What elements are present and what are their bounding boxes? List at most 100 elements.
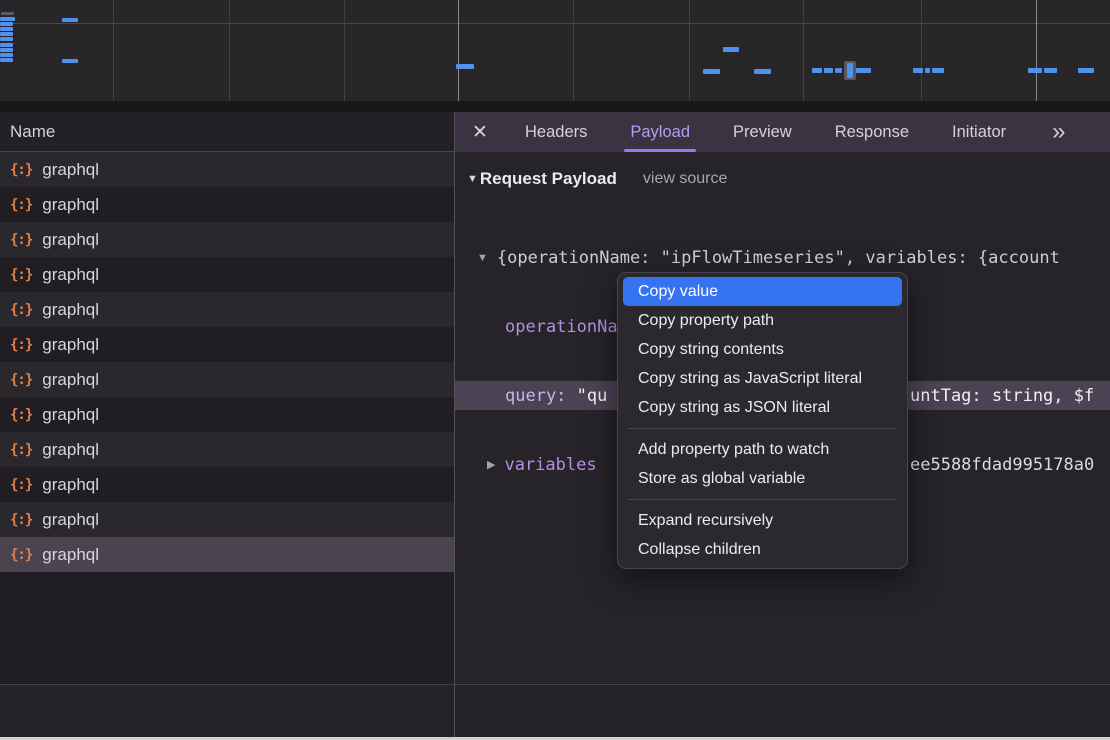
request-row[interactable]: {:}graphql xyxy=(0,537,454,572)
request-name: graphql xyxy=(42,300,99,320)
request-timing-bar xyxy=(0,53,13,57)
menu-separator xyxy=(628,428,897,429)
tab-payload[interactable]: Payload xyxy=(627,112,693,152)
request-timing-bar xyxy=(812,68,822,73)
request-row[interactable]: {:} graphql xyxy=(0,397,454,432)
requests-list: {:} graphql {:} graphql {:} graphql {:} graphql… xyxy=(0,152,454,572)
json-resource-icon: {:} xyxy=(10,442,32,458)
json-value-fragment: untTag: string, $f xyxy=(910,381,1094,410)
status-bar-area xyxy=(0,684,1110,738)
request-row[interactable]: {:} graphql xyxy=(0,467,454,502)
close-icon[interactable]: ✕ xyxy=(472,121,492,144)
request-row[interactable]: {:} graphql xyxy=(0,187,454,222)
tab-label: Initiator xyxy=(952,123,1006,142)
overview-gridline xyxy=(344,0,345,101)
request-timing-bar xyxy=(0,27,13,31)
json-key: variables xyxy=(504,455,596,475)
root-object-preview: {operationName: "ipFlowTimeseries", vari… xyxy=(497,248,1060,268)
active-tab-underline xyxy=(624,149,696,152)
menu-item-expand-recursively[interactable]: Expand recursively xyxy=(618,506,907,535)
request-timing-bar xyxy=(856,68,871,73)
request-row[interactable]: {:}graphql xyxy=(0,362,454,397)
request-name: graphql xyxy=(42,405,99,425)
view-source-link[interactable]: view source xyxy=(643,170,727,188)
overview-gridline xyxy=(921,0,922,101)
menu-separator xyxy=(628,499,897,500)
menu-item-store-as-global-variable[interactable]: Store as global variable xyxy=(618,464,907,493)
tab-label: Payload xyxy=(630,123,690,142)
expand-triangle-icon[interactable]: ▶ xyxy=(487,458,495,471)
network-overview-timeline[interactable] xyxy=(0,0,1110,101)
json-resource-icon: {:} xyxy=(10,407,32,423)
json-value-fragment: ee5588fdad995178a0 xyxy=(910,450,1094,479)
pane-splitter[interactable] xyxy=(454,112,455,737)
selected-request-bar xyxy=(847,63,853,78)
request-row[interactable]: {:} graphql xyxy=(0,502,454,537)
section-title: Request Payload xyxy=(480,169,617,189)
tab-label: Headers xyxy=(525,123,587,142)
expand-triangle-icon[interactable]: ▼ xyxy=(477,252,488,264)
request-timing-bar xyxy=(754,69,771,74)
request-row[interactable]: {:}graphql xyxy=(0,257,454,292)
requests-table: Name {:}graphql{:}graphql{:}graphql{:}gr… xyxy=(0,112,454,684)
request-name: graphql xyxy=(42,440,99,460)
request-row[interactable]: {:} graphql xyxy=(0,292,454,327)
tabs-group: Headers Payload Preview Response Initiator xyxy=(522,112,1046,152)
pending-bar xyxy=(1,12,14,15)
column-header-name[interactable]: Name xyxy=(0,112,454,152)
request-timing-bar xyxy=(1028,68,1042,73)
request-name: graphql xyxy=(42,510,99,530)
overview-gridline xyxy=(803,0,804,101)
menu-item-copy-property-path[interactable]: Copy property path xyxy=(618,306,907,335)
request-name: graphql xyxy=(42,195,99,215)
devtools-window: Name {:}graphql{:}graphql{:}graphql{:}gr… xyxy=(0,0,1110,740)
request-timing-bar xyxy=(925,68,930,73)
more-tabs-icon[interactable]: » xyxy=(1052,120,1063,144)
request-timing-bar xyxy=(932,68,944,73)
request-timing-bar xyxy=(456,64,474,69)
request-row[interactable]: {:}graphql xyxy=(0,222,454,257)
overview-gridline xyxy=(573,0,574,101)
tab-preview[interactable]: Preview xyxy=(730,112,795,152)
request-timing-bar xyxy=(0,22,13,26)
request-row[interactable]: {:}graphql xyxy=(0,152,454,187)
overview-divider-strip xyxy=(0,101,1110,112)
json-resource-icon: {:} xyxy=(10,267,32,283)
menu-item-copy-string-contents[interactable]: Copy string contents xyxy=(618,335,907,364)
request-timing-bar xyxy=(703,69,720,74)
json-key: query: xyxy=(505,386,577,406)
menu-item-copy-string-as-javascript-literal[interactable]: Copy string as JavaScript literal xyxy=(618,364,907,393)
json-resource-icon: {:} xyxy=(10,372,32,388)
request-timing-bar xyxy=(62,59,78,63)
json-resource-icon: {:} xyxy=(10,512,32,528)
request-timing-bar xyxy=(0,32,13,36)
menu-item-collapse-children[interactable]: Collapse children xyxy=(618,535,907,564)
menu-item-add-property-path-to-watch[interactable]: Add property path to watch xyxy=(618,435,907,464)
request-row[interactable]: {:} graphql xyxy=(0,432,454,467)
overview-gridline xyxy=(113,0,114,101)
json-resource-icon: {:} xyxy=(10,162,32,178)
json-resource-icon: {:} xyxy=(10,477,32,493)
request-timing-bar xyxy=(62,18,78,22)
request-timing-bar xyxy=(0,17,15,21)
request-timing-bar xyxy=(824,68,833,73)
request-row[interactable]: {:}graphql xyxy=(0,327,454,362)
overview-gridline-horizontal xyxy=(0,23,1110,24)
tab-initiator[interactable]: Initiator xyxy=(949,112,1009,152)
request-name: graphql xyxy=(42,335,99,355)
json-string-value-start: "qu xyxy=(577,386,608,406)
json-resource-icon: {:} xyxy=(10,197,32,213)
menu-item-copy-value[interactable]: Copy value xyxy=(623,277,902,306)
tab-response[interactable]: Response xyxy=(832,112,912,152)
request-name: graphql xyxy=(42,475,99,495)
tab-label: Preview xyxy=(733,123,792,142)
tree-row-root[interactable]: ▼ {operationName: "ipFlowTimeseries", va… xyxy=(455,243,1110,272)
menu-item-copy-string-as-json-literal[interactable]: Copy string as JSON literal xyxy=(618,393,907,422)
section-collapse-triangle-icon[interactable]: ▼ xyxy=(467,173,478,185)
overview-gridline xyxy=(1036,0,1037,101)
request-timing-bar xyxy=(913,68,923,73)
tab-headers[interactable]: Headers xyxy=(522,112,590,152)
json-resource-icon: {:} xyxy=(10,302,32,318)
selected-request-marker xyxy=(844,61,856,80)
request-payload-section-header: ▼ Request Payload view source xyxy=(455,152,1110,191)
